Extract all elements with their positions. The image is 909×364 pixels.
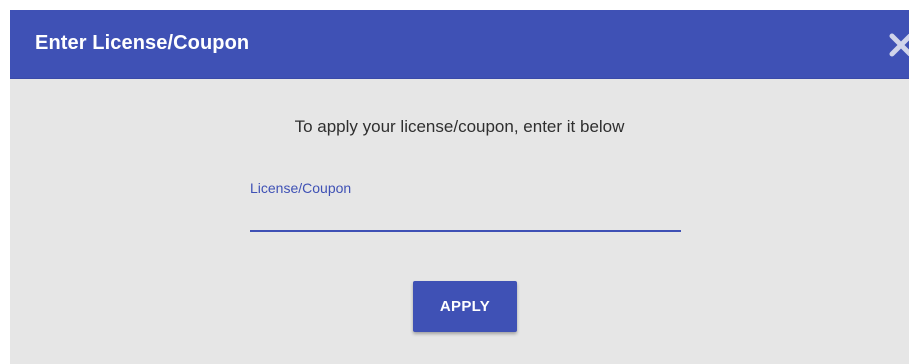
close-button[interactable]: [886, 30, 909, 60]
apply-button[interactable]: APPLY: [413, 281, 517, 332]
license-coupon-input[interactable]: [250, 200, 681, 232]
dialog-header: Enter License/Coupon: [10, 10, 909, 79]
close-icon: [889, 33, 909, 57]
license-coupon-label: License/Coupon: [250, 180, 352, 196]
instruction-text: To apply your license/coupon, enter it b…: [294, 117, 625, 136]
license-coupon-dialog: Enter License/Coupon To apply your licen…: [10, 10, 909, 364]
dialog-title: Enter License/Coupon: [35, 32, 250, 54]
